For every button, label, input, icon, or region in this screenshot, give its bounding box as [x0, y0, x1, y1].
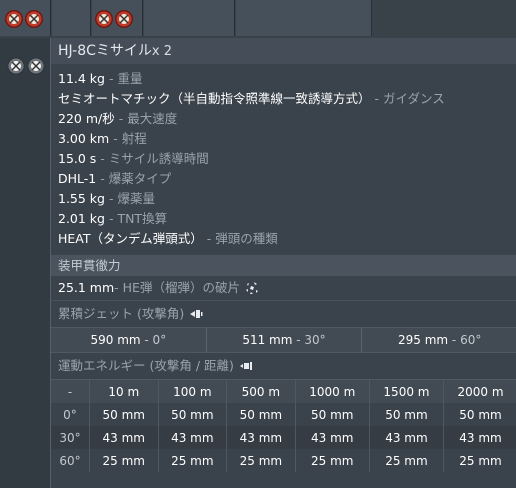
table-cell: 50 mm — [89, 403, 159, 426]
kinetic-energy-table: - 10 m 100 m 500 m 1000 m 1500 m 2000 m … — [51, 379, 516, 472]
table-cell: 50 mm — [443, 403, 516, 426]
table-cell: 50 mm — [157, 403, 227, 426]
armor-penetration-header: 装甲貫徹力 — [51, 255, 516, 276]
ammo-shell-icon-red[interactable] — [95, 10, 133, 28]
kinetic-shell-icon — [239, 359, 253, 373]
table-header-cell: - — [51, 379, 90, 403]
cumulative-jet-icon — [189, 307, 203, 321]
kinetic-energy-header: 運動エネルギー (攻撃角 / 距離) — [51, 353, 516, 379]
ammo-shell-icon-grey[interactable] — [7, 57, 45, 75]
table-cell: 43 mm — [368, 426, 444, 449]
table-cell: 43 mm — [443, 426, 516, 449]
stat-guidance-time: 15.0 s - ミサイル誘導時間 — [58, 151, 209, 166]
table-row: 60° 25 mm 25 mm 25 mm 25 mm 25 mm 25 mm — [51, 449, 516, 472]
table-header-cell: 10 m — [89, 379, 159, 403]
table-cell: 25 mm — [226, 449, 296, 472]
tooltip-title: HJ-8Cミサイルx 2 — [51, 38, 516, 64]
table-cell: 50 mm — [226, 403, 296, 426]
table-header-cell: 500 m — [226, 379, 296, 403]
stat-explosive-mass: 1.55 kg - 爆薬量 — [58, 191, 155, 206]
stat-range: 3.00 km - 射程 — [58, 131, 147, 146]
table-cell: 25 mm — [443, 449, 516, 472]
table-cell: 60° — [59, 453, 81, 468]
missile-name: HJ-8Cミサイル — [58, 43, 152, 59]
fragments-icon — [245, 281, 259, 295]
stat-explosive-type: DHL-1 - 爆薬タイプ — [58, 171, 172, 186]
missile-count: x 2 — [151, 44, 173, 59]
ammo-slot[interactable] — [144, 0, 235, 36]
table-cell: 50 mm — [368, 403, 444, 426]
table-cell: 43 mm — [226, 426, 296, 449]
stat-weight: 11.4 kg - 重量 — [58, 71, 143, 86]
ammo-column — [0, 38, 50, 488]
stats-list: 11.4 kg - 重量 セミオートマチック（半自動指令照準線一致誘導方式） -… — [51, 64, 516, 249]
ammo-shell-icon-red[interactable] — [5, 10, 43, 28]
table-header-row: - 10 m 100 m 500 m 1000 m 1500 m 2000 m — [51, 379, 516, 403]
table-header-cell: 1000 m — [294, 379, 370, 403]
table-cell: 25 mm — [368, 449, 444, 472]
cumulative-cell: 590 mm - 0° — [90, 333, 167, 347]
table-row: 0° 50 mm 50 mm 50 mm 50 mm 50 mm 50 mm — [51, 403, 516, 426]
ammo-slot[interactable] — [236, 0, 372, 36]
ammo-slot[interactable] — [52, 0, 91, 36]
table-row: 30° 43 mm 43 mm 43 mm 43 mm 43 mm 43 mm — [51, 426, 516, 449]
table-cell: 25 mm — [294, 449, 370, 472]
ammo-tooltip: HJ-8Cミサイルx 2 11.4 kg - 重量 セミオートマチック（半自動指… — [50, 38, 516, 488]
table-header-cell: 100 m — [157, 379, 227, 403]
table-cell: 43 mm — [157, 426, 227, 449]
stat-warhead-type: HEAT（タンデム弾頭式） - 弾頭の種類 — [58, 231, 278, 246]
table-cell: 25 mm — [89, 449, 159, 472]
table-cell: 30° — [51, 426, 90, 449]
cumulative-cell: 511 mm - 30° — [205, 328, 362, 352]
stat-max-speed: 220 m/秒 - 最大速度 — [58, 111, 178, 126]
cumulative-jet-row: 590 mm - 0° 511 mm - 30° 295 mm - 60° — [51, 327, 516, 353]
fragment-penetration: 25.1 mm - HE弾（榴弾）の破片 — [51, 276, 516, 300]
table-header-cell: 1500 m — [368, 379, 444, 403]
table-cell: 43 mm — [89, 426, 159, 449]
table-cell: 43 mm — [294, 426, 370, 449]
table-cell: 50 mm — [294, 403, 370, 426]
table-cell: 0° — [63, 407, 77, 422]
stat-guidance: セミオートマチック（半自動指令照準線一致誘導方式） - ガイダンス — [58, 91, 445, 106]
stat-tnt-equivalent: 2.01 kg - TNT換算 — [58, 211, 168, 226]
table-header-cell: 2000 m — [443, 379, 516, 403]
table-cell: 25 mm — [157, 449, 227, 472]
cumulative-cell: 295 mm - 60° — [361, 328, 516, 352]
cumulative-jet-header: 累積ジェット (攻撃角) — [51, 300, 516, 327]
